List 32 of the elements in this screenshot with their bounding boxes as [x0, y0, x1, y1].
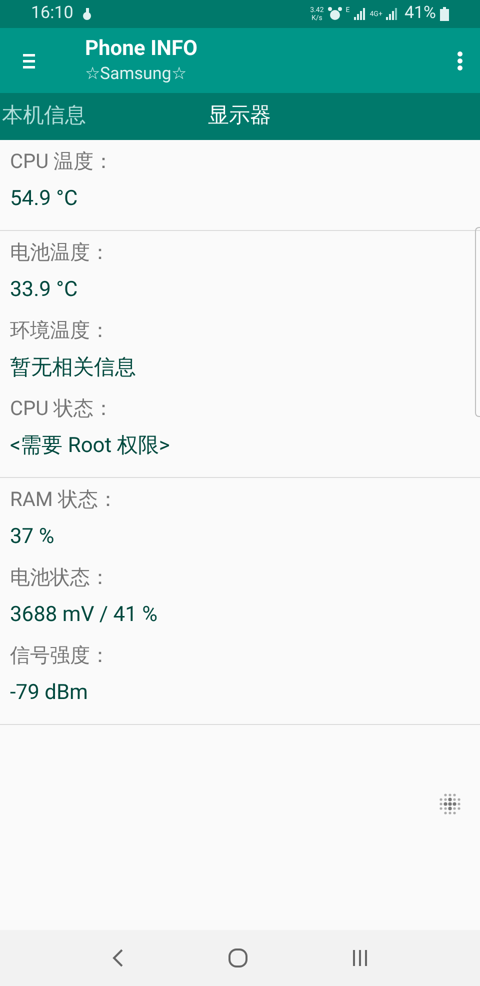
info-value: 54.9 °C [10, 186, 79, 213]
info-label: 电池温度： [10, 239, 111, 265]
info-value: -79 dBm [10, 680, 89, 707]
back-icon [112, 948, 124, 968]
home-icon [228, 948, 248, 968]
assistive-icon [438, 792, 462, 816]
battery-icon [440, 7, 449, 21]
tab[interactable]: 本机信息 [2, 100, 86, 132]
battery-percent: 41% [404, 2, 436, 26]
more-icon [457, 50, 463, 70]
info-value: 37 % [10, 524, 56, 551]
recents-icon [352, 949, 368, 967]
app-subtitle: ☆Samsung☆ [85, 62, 188, 86]
info-label: CPU 温度： [10, 148, 115, 174]
status-time: 16:10 [31, 2, 74, 26]
home-button[interactable] [228, 948, 248, 968]
info-label: RAM 状态： [10, 486, 119, 512]
info-label: CPU 状态： [10, 395, 115, 421]
app-title: Phone INFO [85, 36, 198, 62]
info-value: 3688 mV / 41 % [10, 602, 158, 629]
menu-icon [23, 52, 35, 68]
info-value: 暂无相关信息 [10, 355, 137, 382]
info-label: 信号强度： [10, 642, 111, 668]
info-value: 33.9 °C [10, 277, 79, 304]
info-value: <需要 Root 权限> [10, 433, 171, 460]
info-label: 环境温度： [10, 317, 111, 343]
signal-icon [354, 8, 366, 20]
back-button[interactable] [112, 948, 124, 968]
tab[interactable]: 显示器 [208, 100, 271, 132]
recents-button[interactable] [352, 949, 368, 967]
info-label: 电池状态： [10, 564, 111, 590]
signal-icon [386, 8, 398, 20]
